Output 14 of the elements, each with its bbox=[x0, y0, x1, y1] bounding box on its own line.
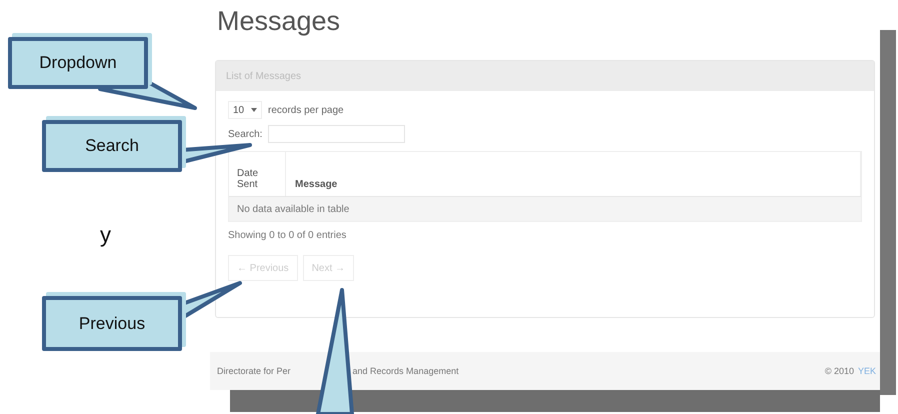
page-title: Messages bbox=[217, 6, 342, 38]
footer-text: Directorate for Per bbox=[217, 366, 291, 376]
body-text: y bbox=[100, 222, 111, 247]
column-header[interactable]: Message bbox=[287, 152, 861, 196]
column-header[interactable]: Date Sent bbox=[229, 152, 286, 196]
search-label: Search: bbox=[228, 128, 262, 140]
empty-message: No data available in table bbox=[229, 197, 861, 221]
entries-info: Showing 0 to 0 of 0 entries bbox=[228, 230, 348, 241]
footer-text: and Records Management bbox=[352, 366, 459, 376]
page-size-dropdown[interactable]: 10 bbox=[228, 101, 262, 119]
page-size-label: records per page bbox=[268, 104, 344, 116]
search-field[interactable] bbox=[268, 125, 406, 143]
copyright-text: © 2010 YEK bbox=[824, 366, 876, 376]
caret-icon bbox=[251, 108, 257, 112]
